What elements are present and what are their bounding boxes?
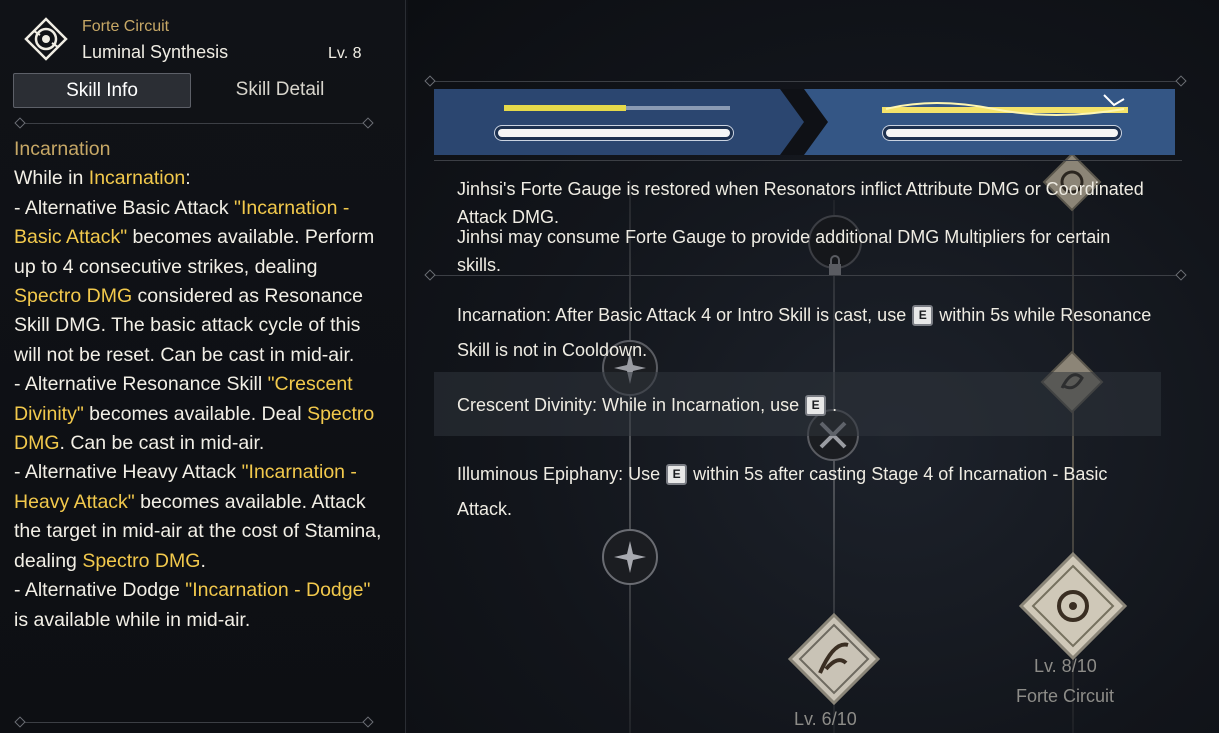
- description-title: Incarnation: [14, 138, 111, 160]
- tabs-divider: [20, 123, 366, 124]
- details-divider: [432, 275, 1180, 276]
- tree-node-left-lower-icon[interactable]: [598, 525, 662, 589]
- tree-node-center-skill-icon[interactable]: [786, 611, 882, 707]
- skill-title: Luminal Synthesis: [82, 42, 229, 62]
- gauge-bar-full: [886, 129, 1118, 137]
- key-e-icon: E: [666, 464, 688, 485]
- gauge-full-glow-icon: [882, 94, 1128, 116]
- header-subtitle: Forte Circuit: [82, 18, 170, 35]
- incarnation-detail: Incarnation: After Basic Attack 4 or Int…: [457, 305, 1152, 360]
- center-node-level: Lv. 6/10: [794, 709, 857, 729]
- description-paragraph: - Alternative Dodge "Incarnation - Dodge…: [14, 579, 371, 631]
- skill-info-panel: Forte Circuit Luminal Synthesis Lv. 8 Sk…: [0, 0, 406, 733]
- illuminous-epiphany-detail: Illuminous Epiphany: Use Ewithin 5s after…: [457, 464, 1108, 519]
- forte-gauge-banner: [434, 89, 1175, 155]
- tab-skill-info[interactable]: Skill Info: [13, 73, 191, 108]
- description-paragraph: - Alternative Resonance Skill "Crescent …: [14, 373, 375, 455]
- crescent-divinity-detail: Crescent Divinity: While in Incarnation,…: [457, 395, 838, 416]
- gauge-divider: [434, 160, 1182, 161]
- bottom-divider: [20, 722, 366, 723]
- tab-skill-detail[interactable]: Skill Detail: [192, 73, 368, 106]
- key-e-icon: E: [912, 305, 934, 326]
- skill-description: Incarnation While in Incarnation: - Alte…: [14, 135, 389, 635]
- description-paragraph: While in Incarnation:: [14, 167, 191, 190]
- forte-circuit-icon: [24, 17, 68, 61]
- forte-circuit-level: Lv. 8/10: [1034, 656, 1097, 676]
- tree-node-forte-circuit-icon[interactable]: [1017, 550, 1129, 662]
- banner-top-divider: [432, 81, 1180, 82]
- skill-level: Lv. 8: [328, 45, 362, 62]
- forte-circuit-label: Forte Circuit: [1016, 686, 1115, 706]
- gauge-description-2: Jinhsi may consume Forte Gauge to provid…: [457, 227, 1111, 271]
- gauge-partial-icon: [504, 105, 730, 111]
- description-paragraph: - Alternative Basic Attack "Incarnation …: [14, 196, 375, 366]
- key-e-icon: E: [805, 395, 827, 416]
- divider-diamond-right: [362, 117, 374, 129]
- scroll-fade: [0, 690, 405, 733]
- gauge-bar-empty: [498, 129, 730, 137]
- gauge-arrow-icon: [780, 89, 828, 155]
- description-paragraph: - Alternative Heavy Attack "Incarnation …: [14, 461, 382, 572]
- divider-diamond-left: [14, 117, 26, 129]
